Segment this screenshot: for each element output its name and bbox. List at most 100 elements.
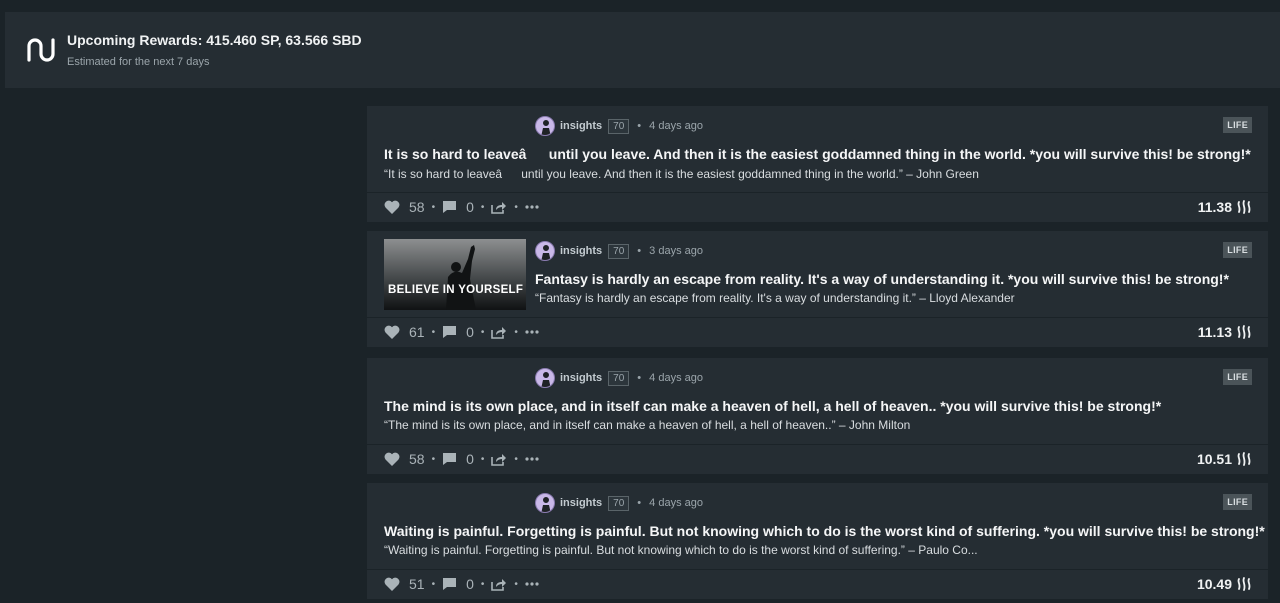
payout-value[interactable]: 10.49 (1197, 575, 1252, 593)
payout-amount: 10.51 (1196, 451, 1232, 467)
share-icon[interactable] (491, 200, 507, 214)
author-link[interactable]: insights (560, 120, 602, 132)
divider (367, 569, 1268, 570)
steem-icon (1237, 325, 1251, 339)
heart-icon[interactable] (384, 200, 400, 214)
rewards-banner: Upcoming Rewards: 415.460 SP, 63.566 SBD… (5, 12, 1280, 88)
reputation-badge: 70 (608, 495, 630, 511)
vote-count[interactable]: 58 (409, 199, 425, 215)
vote-count[interactable]: 61 (409, 324, 425, 340)
rewards-title: Upcoming Rewards: 415.460 SP, 63.566 SBD (67, 32, 362, 48)
separator-dot: • (431, 326, 436, 338)
avatar[interactable] (535, 493, 555, 513)
vote-count[interactable]: 58 (409, 451, 425, 467)
separator-dot: • (431, 201, 436, 213)
post-time[interactable]: 4 days ago (649, 497, 703, 509)
separator-dot: • (480, 326, 485, 338)
post-title[interactable]: It is so hard to leaveâuntil you leave… (384, 146, 1251, 164)
comment-count[interactable]: 0 (466, 199, 474, 215)
post-excerpt[interactable]: “Waiting is painful. Forgetting is painf… (384, 543, 978, 557)
post-card[interactable]: insights 70 • 4 days ago LIFE It is so h… (367, 106, 1268, 222)
divider (367, 317, 1268, 318)
steem-icon (1237, 577, 1251, 591)
comment-icon[interactable] (442, 325, 457, 339)
payout-value[interactable]: 10.51 (1197, 450, 1252, 468)
author-link[interactable]: insights (560, 245, 602, 257)
post-excerpt[interactable]: “The mind is its own place, and in itsel… (384, 418, 910, 432)
post-time[interactable]: 3 days ago (649, 245, 703, 257)
reputation-badge: 70 (608, 370, 630, 386)
separator-dot: • (431, 578, 436, 590)
separator-dot: • (514, 201, 518, 213)
separator-dot: • (637, 245, 642, 257)
post-title[interactable]: The mind is its own place, and in itself… (384, 398, 1161, 414)
comment-count[interactable]: 0 (466, 576, 474, 592)
author-link[interactable]: insights (560, 372, 602, 384)
post-header: insights 70 • 4 days ago (535, 368, 703, 388)
divider (367, 444, 1268, 445)
comment-count[interactable]: 0 (466, 324, 474, 340)
post-header: insights 70 • 4 days ago (535, 116, 703, 136)
post-actions: 51 • 0 • • (384, 575, 539, 593)
divider (367, 192, 1268, 193)
payout-amount: 11.13 (1197, 324, 1232, 340)
share-icon[interactable] (491, 325, 507, 339)
thumbnail-text: BELIEVE IN YOURSELF (388, 284, 524, 296)
separator-dot: • (637, 497, 642, 509)
payout-value[interactable]: 11.38 (1198, 198, 1252, 216)
reputation-badge: 70 (608, 118, 630, 134)
comment-icon[interactable] (442, 577, 457, 591)
separator-dot: • (637, 120, 642, 132)
post-actions: 58 • 0 • • (384, 450, 539, 468)
avatar[interactable] (535, 368, 555, 388)
post-header: insights 70 • 3 days ago (535, 241, 703, 261)
separator-dot: • (480, 201, 485, 213)
more-icon[interactable] (525, 582, 539, 586)
post-card[interactable]: BELIEVE IN YOURSELF insights 70 • 3 days… (367, 231, 1268, 347)
post-excerpt[interactable]: “Fantasy is hardly an escape from realit… (535, 291, 1015, 305)
category-tag[interactable]: LIFE (1223, 494, 1252, 510)
payout-amount: 10.49 (1196, 576, 1232, 592)
category-tag[interactable]: LIFE (1223, 242, 1252, 258)
avatar[interactable] (535, 241, 555, 261)
category-tag[interactable]: LIFE (1223, 117, 1252, 133)
category-tag[interactable]: LIFE (1223, 369, 1252, 385)
comment-icon[interactable] (442, 452, 457, 466)
post-actions: 58 • 0 • • (384, 198, 539, 216)
vote-count[interactable]: 51 (409, 576, 425, 592)
avatar[interactable] (535, 116, 555, 136)
more-icon[interactable] (525, 205, 539, 209)
author-link[interactable]: insights (560, 497, 602, 509)
separator-dot: • (514, 453, 518, 465)
steem-logo-icon (27, 38, 55, 62)
separator-dot: • (480, 578, 485, 590)
more-icon[interactable] (525, 457, 539, 461)
share-icon[interactable] (491, 577, 507, 591)
post-excerpt[interactable]: “It is so hard to leaveâuntil you leav… (384, 166, 979, 182)
separator-dot: • (431, 453, 436, 465)
post-header: insights 70 • 4 days ago (535, 493, 703, 513)
comment-icon[interactable] (442, 200, 457, 214)
heart-icon[interactable] (384, 325, 400, 339)
post-title[interactable]: Fantasy is hardly an escape from reality… (535, 271, 1229, 287)
heart-icon[interactable] (384, 577, 400, 591)
share-icon[interactable] (491, 452, 507, 466)
payout-amount: 11.38 (1197, 199, 1232, 215)
steem-icon (1237, 200, 1251, 214)
separator-dot: • (514, 326, 518, 338)
comment-count[interactable]: 0 (466, 451, 474, 467)
post-title[interactable]: Waiting is painful. Forgetting is painfu… (384, 523, 1265, 539)
post-thumbnail[interactable]: BELIEVE IN YOURSELF (384, 239, 526, 310)
more-icon[interactable] (525, 330, 539, 334)
payout-value[interactable]: 11.13 (1198, 323, 1252, 341)
separator-dot: • (637, 372, 642, 384)
separator-dot: • (480, 453, 485, 465)
steem-icon (1237, 452, 1251, 466)
post-card[interactable]: insights 70 • 4 days ago LIFE Waiting is… (367, 483, 1268, 599)
post-time[interactable]: 4 days ago (649, 372, 703, 384)
rewards-subtitle: Estimated for the next 7 days (67, 56, 210, 68)
post-card[interactable]: insights 70 • 4 days ago LIFE The mind i… (367, 358, 1268, 474)
post-actions: 61 • 0 • • (384, 323, 539, 341)
heart-icon[interactable] (384, 452, 400, 466)
post-time[interactable]: 4 days ago (649, 120, 703, 132)
